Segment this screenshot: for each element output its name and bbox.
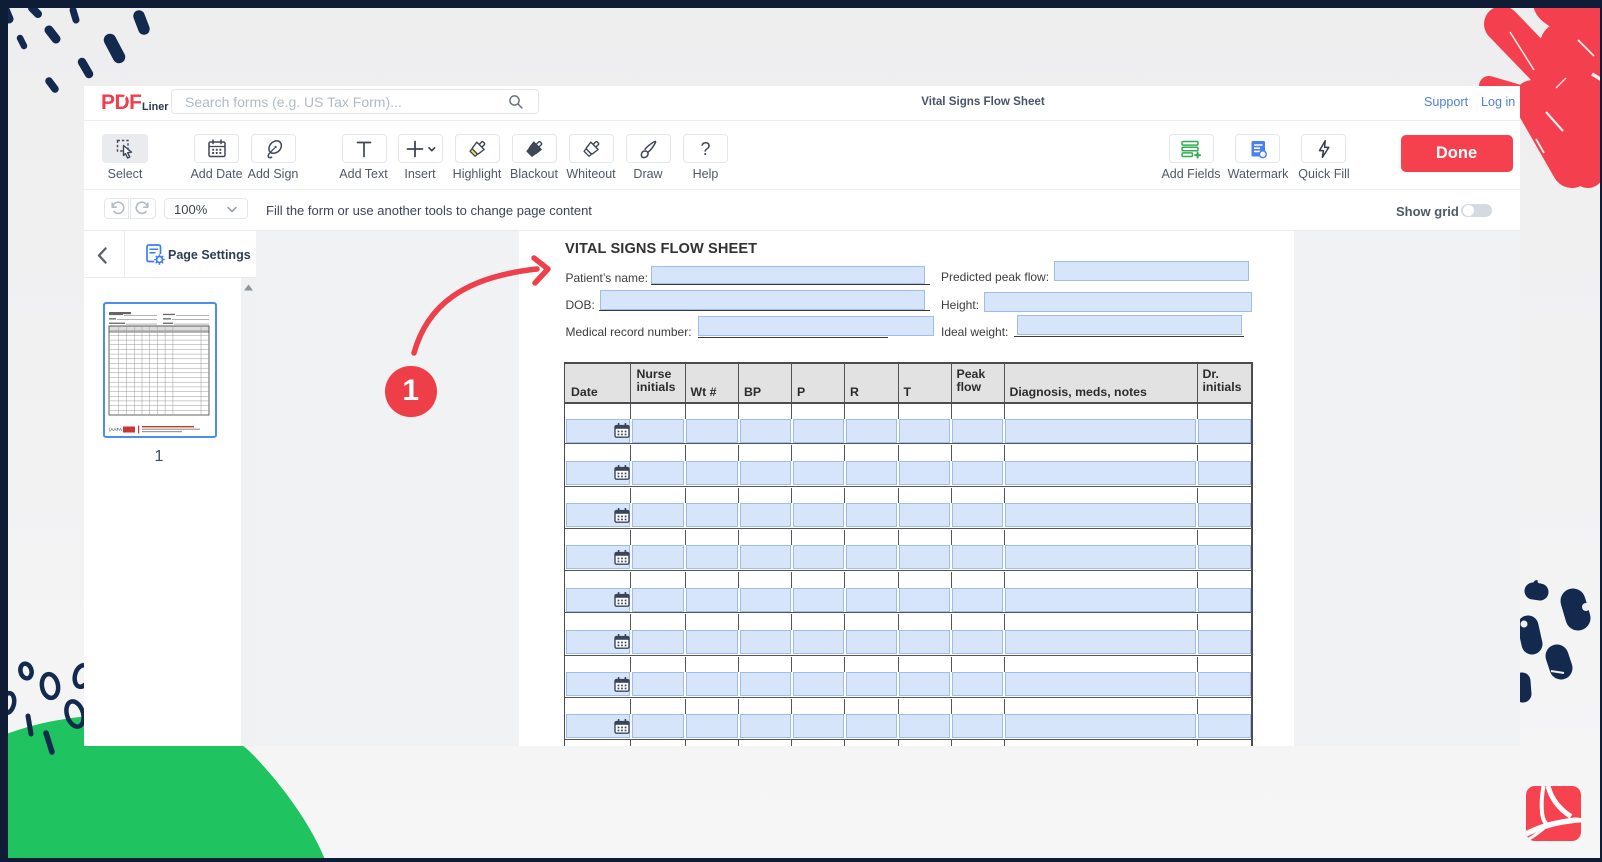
svg-text:(AAFA: (AAFA [109, 427, 122, 432]
